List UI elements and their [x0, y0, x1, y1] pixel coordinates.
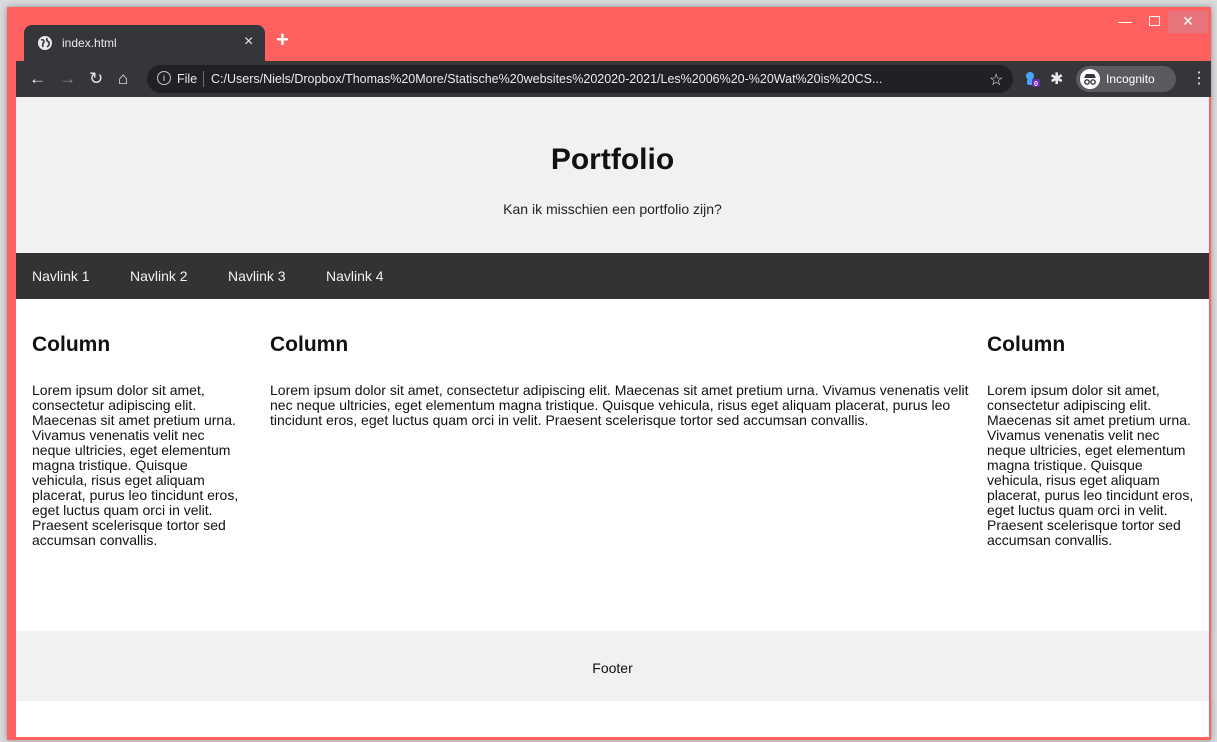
browser-tab[interactable]: index.html × — [24, 25, 265, 61]
address-separator — [203, 71, 204, 87]
reload-icon[interactable]: ↻ — [89, 70, 103, 88]
browser-toolbar: ← → ↻ ⌂ i File C:/Users/Niels/Dropbox/Th… — [16, 61, 1211, 97]
address-bar[interactable]: i File C:/Users/Niels/Dropbox/Thomas%20M… — [147, 65, 1013, 93]
extension-icon[interactable]: 0 — [1024, 71, 1040, 87]
kebab-menu-icon[interactable]: ⋮ — [1191, 70, 1207, 88]
column-middle: Column Lorem ipsum dolor sit amet, conse… — [270, 333, 970, 428]
tab-close-icon[interactable]: × — [244, 33, 253, 51]
address-scheme-label: File — [177, 72, 198, 86]
incognito-badge[interactable]: Incognito — [1076, 66, 1176, 92]
page-title: Portfolio — [550, 143, 675, 176]
window-close-button[interactable]: ✕ — [1168, 11, 1208, 33]
nav-bar: Navlink 1 Navlink 2 Navlink 3 Navlink 4 — [16, 253, 1209, 299]
maximize-button[interactable] — [1140, 11, 1168, 33]
extension-badge: 0 — [1034, 81, 1038, 87]
page-subtitle: Kan ik misschien een portfolio zijn? — [503, 201, 722, 217]
site-footer: Footer — [16, 631, 1209, 701]
url-text[interactable]: C:/Users/Niels/Dropbox/Thomas%20More/Sta… — [211, 72, 882, 86]
browser-window: index.html × + — ✕ ← → ↻ ⌂ i File C:/Use… — [7, 7, 1211, 740]
column-text: Lorem ipsum dolor sit amet, consectetur … — [987, 382, 1194, 548]
column-heading: Column — [987, 333, 1066, 356]
back-arrow-icon[interactable]: ← — [29, 70, 46, 88]
forward-arrow-icon[interactable]: → — [59, 70, 76, 88]
column-text: Lorem ipsum dolor sit amet, consectetur … — [270, 382, 969, 428]
tab-title: index.html — [62, 36, 117, 50]
incognito-icon — [1080, 69, 1100, 89]
minimize-button[interactable]: — — [1111, 11, 1139, 33]
site-header: Portfolio Kan ik misschien een portfolio… — [16, 97, 1209, 253]
navlink-4[interactable]: Navlink 4 — [326, 268, 384, 284]
maximize-icon — [1148, 16, 1160, 26]
tab-strip: index.html × + — ✕ — [7, 7, 1211, 61]
new-tab-button[interactable]: + — [276, 29, 289, 51]
column-text: Lorem ipsum dolor sit amet, consectetur … — [32, 382, 239, 548]
column-left: Column Lorem ipsum dolor sit amet, conse… — [32, 333, 242, 548]
column-heading: Column — [32, 333, 111, 356]
globe-icon — [38, 36, 52, 50]
footer-text: Footer — [592, 660, 633, 676]
bookmark-star-icon[interactable]: ☆ — [989, 70, 1003, 90]
home-icon[interactable]: ⌂ — [118, 70, 128, 88]
incognito-label: Incognito — [1106, 72, 1155, 86]
puzzle-extensions-icon[interactable]: ✱ — [1050, 69, 1063, 89]
info-icon[interactable]: i — [157, 71, 171, 85]
navlink-3[interactable]: Navlink 3 — [228, 268, 286, 284]
page-viewport: Portfolio Kan ik misschien een portfolio… — [16, 97, 1209, 737]
column-heading: Column — [270, 333, 349, 356]
column-right: Column Lorem ipsum dolor sit amet, conse… — [987, 333, 1201, 548]
navlink-1[interactable]: Navlink 1 — [32, 268, 90, 284]
navlink-2[interactable]: Navlink 2 — [130, 268, 188, 284]
